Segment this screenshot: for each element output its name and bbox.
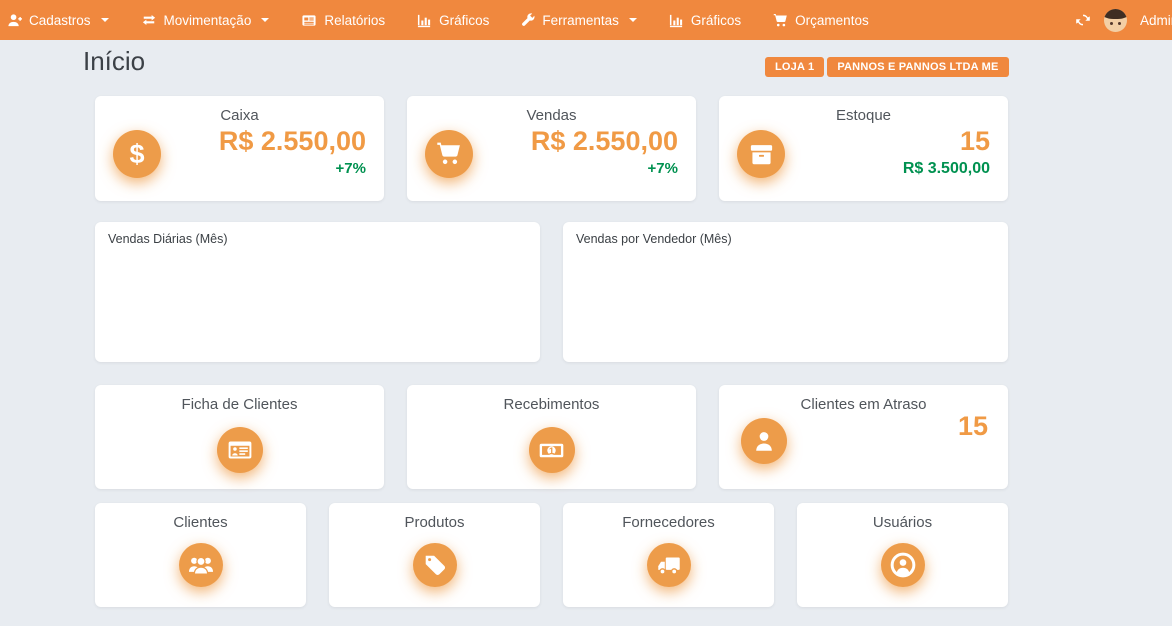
dashboard-screen: Cadastros Movimentação Relatórios [0,0,1172,626]
user-plus-icon [7,13,22,28]
svg-text:1: 1 [549,445,554,456]
report-icon [301,13,317,28]
card-caixa[interactable]: Caixa $ R$ 2.550,00 +7% [95,96,384,201]
card-title: Clientes em Atraso [719,385,1008,413]
bar-chart-icon [417,13,432,28]
box-icon [737,130,785,178]
menu-ferramentas[interactable]: Ferramentas [505,0,653,40]
store-badges: LOJA 1 PANNOS E PANNOS LTDA ME [765,57,1009,77]
menu-orcamentos[interactable]: Orçamentos [757,0,885,40]
card-title: Ficha de Clientes [95,385,384,413]
mid-cards-row: Ficha de Clientes Recebimentos 1 Cliente… [95,385,1008,489]
card-title: Clientes [95,503,306,531]
card-title: Estoque [719,96,1008,124]
caixa-value: R$ 2.550,00 [219,126,366,157]
navbar-menu: Cadastros Movimentação Relatórios [0,0,885,40]
tag-icon [413,543,457,587]
chevron-down-icon [101,18,109,22]
caixa-delta: +7% [336,160,366,177]
exchange-icon [141,13,157,27]
menu-label: Orçamentos [795,13,869,28]
nav-cards-row: Clientes Produtos Fornecedores Usuários [95,503,1008,607]
card-ficha-clientes[interactable]: Ficha de Clientes [95,385,384,489]
user-icon [741,418,787,464]
menu-relatorios[interactable]: Relatórios [285,0,401,40]
card-title: Caixa [95,96,384,124]
store-badge: LOJA 1 [765,57,824,77]
menu-label: Gráficos [691,13,741,28]
card-estoque[interactable]: Estoque 15 R$ 3.500,00 [719,96,1008,201]
cart-icon [773,13,788,28]
estoque-total: R$ 3.500,00 [903,160,990,178]
chart-vendas-vendedor: Vendas por Vendedor (Mês) [563,222,1008,362]
card-vendas[interactable]: Vendas R$ 2.550,00 +7% [407,96,696,201]
card-fornecedores[interactable]: Fornecedores [563,503,774,607]
card-title: Fornecedores [563,503,774,531]
chart-title: Vendas Diárias (Mês) [95,222,540,256]
bar-chart-icon [669,13,684,28]
truck-icon [647,543,691,587]
top-navbar: Cadastros Movimentação Relatórios [0,0,1172,40]
charts-row: Vendas Diárias (Mês) Vendas por Vendedor… [95,222,1008,362]
company-badge: PANNOS E PANNOS LTDA ME [827,57,1008,77]
chevron-down-icon [261,18,269,22]
user-menu[interactable]: Admin [1140,13,1172,28]
card-clientes-atraso[interactable]: Clientes em Atraso 15 [719,385,1008,489]
stat-cards-row: Caixa $ R$ 2.550,00 +7% Vendas R$ 2.550,… [95,96,1008,201]
avatar[interactable] [1104,9,1127,32]
menu-label: Gráficos [439,13,489,28]
navbar-user-area: Admin [1075,0,1172,40]
card-produtos[interactable]: Produtos [329,503,540,607]
card-title: Usuários [797,503,1008,531]
wrench-icon [521,13,535,27]
page-title: Início [83,46,145,77]
users-icon [179,543,223,587]
card-title: Produtos [329,503,540,531]
vendas-value: R$ 2.550,00 [531,126,678,157]
user-circle-icon [881,543,925,587]
card-clientes[interactable]: Clientes [95,503,306,607]
card-title: Recebimentos [407,385,696,413]
chevron-down-icon [629,18,637,22]
vendas-delta: +7% [648,160,678,177]
card-usuarios[interactable]: Usuários [797,503,1008,607]
menu-cadastros[interactable]: Cadastros [0,0,125,40]
chart-title: Vendas por Vendedor (Mês) [563,222,1008,256]
clientes-atraso-count: 15 [958,411,988,442]
cart-icon [425,130,473,178]
menu-movimentacao[interactable]: Movimentação [125,0,286,40]
menu-graficos-1[interactable]: Gráficos [401,0,505,40]
banknote-icon: 1 [529,427,575,473]
refresh-icon[interactable] [1075,12,1091,28]
menu-label: Relatórios [324,13,385,28]
menu-label: Ferramentas [542,13,619,28]
card-recebimentos[interactable]: Recebimentos 1 [407,385,696,489]
card-title: Vendas [407,96,696,124]
chart-vendas-diarias: Vendas Diárias (Mês) [95,222,540,362]
dollar-icon: $ [113,130,161,178]
menu-label: Movimentação [164,13,252,28]
menu-graficos-2[interactable]: Gráficos [653,0,757,40]
menu-label: Cadastros [29,13,91,28]
estoque-count: 15 [960,126,990,157]
id-card-icon [217,427,263,473]
